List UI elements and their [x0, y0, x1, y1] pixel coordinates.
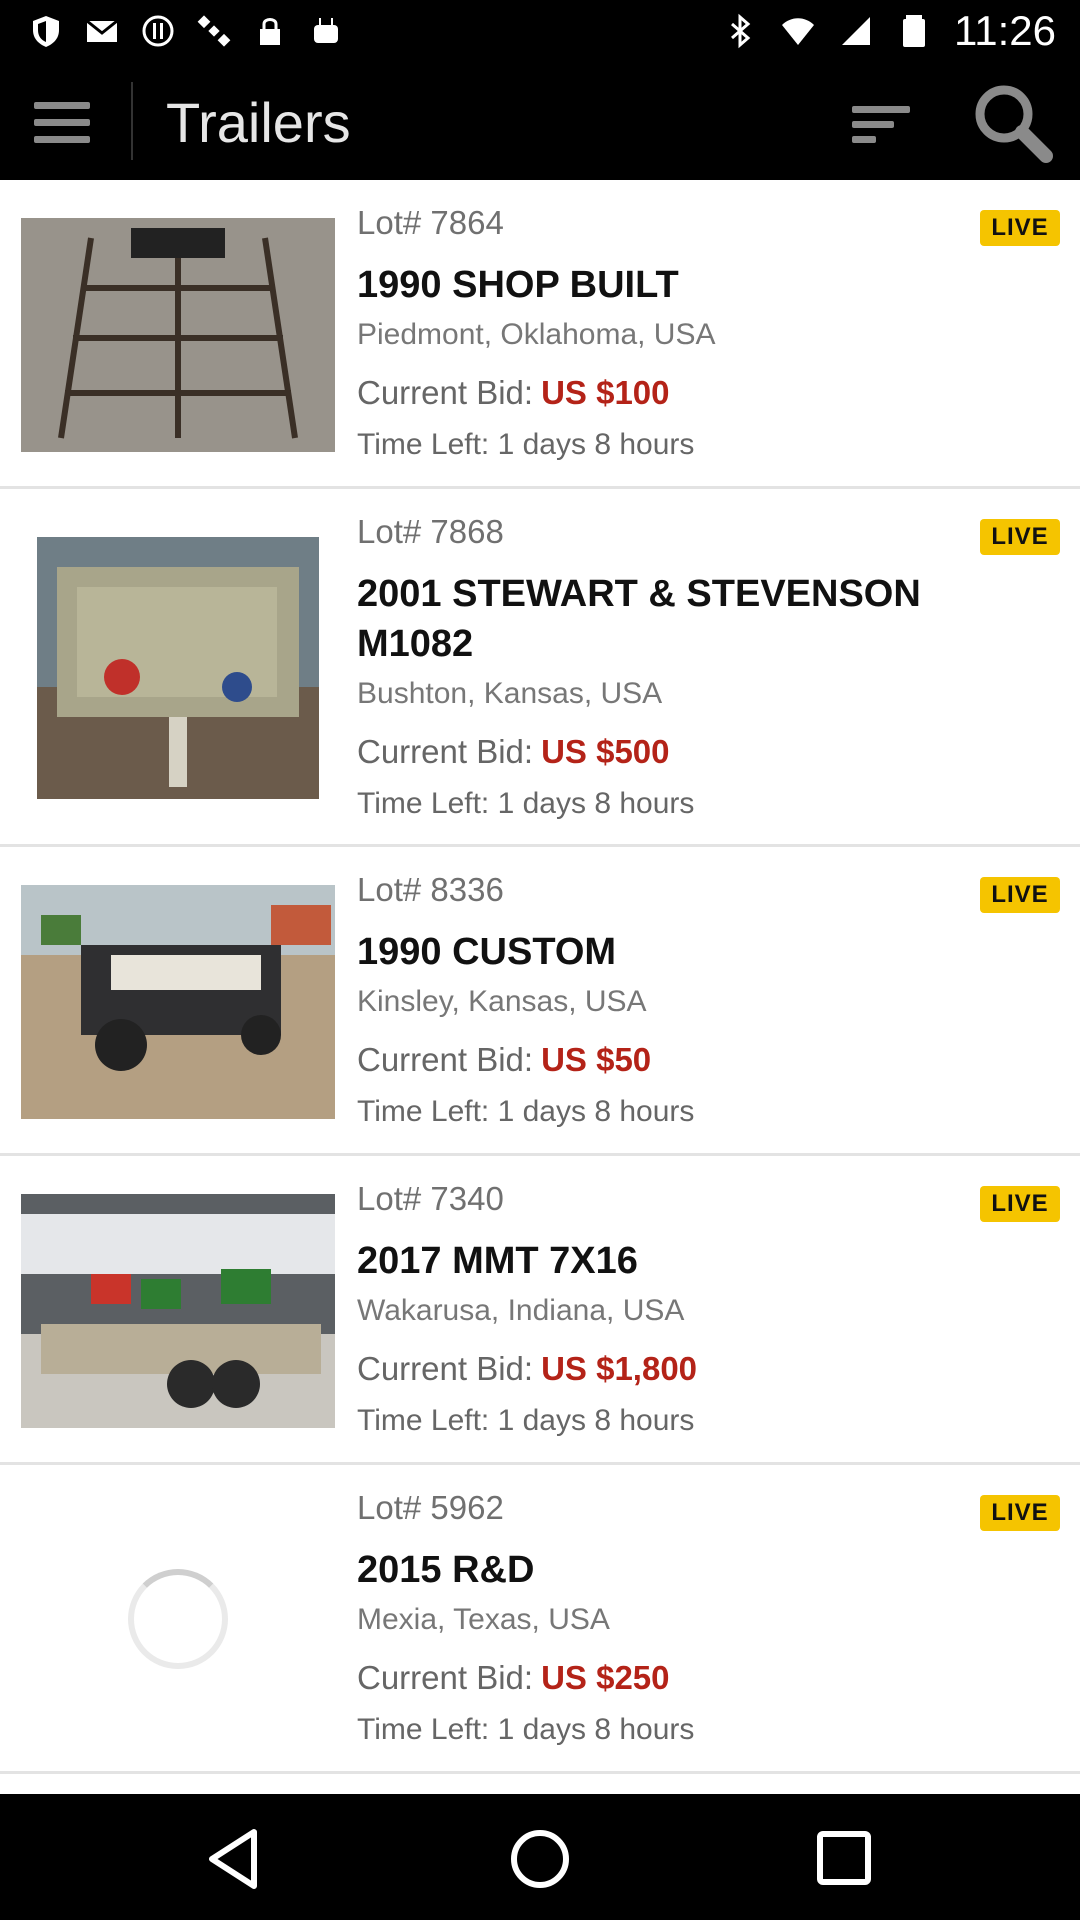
- android-icon: [314, 18, 338, 43]
- list-item[interactable]: Lot# 8336 1990 CUSTOM Kinsley, Kansas, U…: [0, 847, 1080, 1156]
- item-title: 2017 MMT 7X16: [357, 1240, 638, 1282]
- lot-number: Lot# 7340: [357, 1180, 504, 1217]
- bid-amount: US $100: [541, 374, 670, 411]
- live-badge: LIVE: [980, 877, 1060, 913]
- live-badge: LIVE: [980, 210, 1060, 246]
- item-thumbnail: [21, 885, 335, 1119]
- battery-icon: [903, 15, 925, 47]
- app-bar-divider: [131, 82, 133, 160]
- current-bid: Current Bid: US $100: [357, 374, 670, 412]
- alert-icon: [142, 15, 174, 47]
- current-bid: Current Bid: US $250: [357, 1659, 670, 1697]
- bid-label: Current Bid:: [357, 1350, 534, 1387]
- item-thumbnail: [37, 537, 319, 799]
- item-title: 2015 R&D: [357, 1549, 535, 1591]
- recents-icon[interactable]: [804, 1824, 884, 1894]
- app-bar: Trailers: [0, 62, 1080, 180]
- bid-label: Current Bid:: [357, 1659, 534, 1696]
- wifi-icon: [782, 18, 814, 45]
- mail-icon: [86, 19, 118, 42]
- live-badge: LIVE: [980, 519, 1060, 555]
- current-bid: Current Bid: US $50: [357, 1041, 651, 1079]
- bluetooth-icon: [731, 13, 751, 49]
- current-bid: Current Bid: US $1,800: [357, 1350, 697, 1388]
- auction-list: Lot# 7864 1990 SHOP BUILT Piedmont, Okla…: [0, 180, 1080, 1774]
- list-item[interactable]: Lot# 7864 1990 SHOP BUILT Piedmont, Okla…: [0, 180, 1080, 489]
- hamburger-menu-icon[interactable]: [26, 88, 98, 156]
- sort-icon[interactable]: [848, 100, 918, 148]
- list-item[interactable]: Lot# 7868 2001 STEWART & STEVENSON M1082…: [0, 489, 1080, 847]
- item-thumbnail: [21, 218, 335, 452]
- search-icon[interactable]: [968, 80, 1058, 166]
- loading-spinner-icon: [128, 1569, 228, 1669]
- bid-label: Current Bid:: [357, 1041, 534, 1078]
- lot-number: Lot# 7864: [357, 204, 504, 241]
- bid-amount: US $50: [541, 1041, 652, 1078]
- item-location: Wakarusa, Indiana, USA: [357, 1294, 685, 1327]
- item-location: Kinsley, Kansas, USA: [357, 985, 647, 1018]
- live-badge: LIVE: [980, 1495, 1060, 1531]
- bid-amount: US $500: [541, 733, 670, 770]
- status-left-icons: [28, 10, 344, 52]
- list-item[interactable]: Lot# 5962 2015 R&D Mexia, Texas, USA Cur…: [0, 1465, 1080, 1774]
- item-title: 1990 CUSTOM: [357, 931, 617, 973]
- item-thumbnail: [21, 1194, 335, 1428]
- item-location: Piedmont, Oklahoma, USA: [357, 318, 716, 351]
- item-location: Mexia, Texas, USA: [357, 1603, 610, 1636]
- satellite-icon: [197, 15, 231, 47]
- bid-label: Current Bid:: [357, 733, 534, 770]
- item-title: 2001 STEWART & STEVENSON M1082: [357, 573, 921, 665]
- list-item[interactable]: Lot# 7340 2017 MMT 7X16 Wakarusa, Indian…: [0, 1156, 1080, 1465]
- time-left: Time Left: 1 days 8 hours: [357, 1404, 695, 1437]
- home-icon[interactable]: [500, 1824, 580, 1894]
- time-left: Time Left: 1 days 8 hours: [357, 1713, 695, 1746]
- shield-icon: [33, 16, 59, 47]
- system-nav-bar: [0, 1794, 1080, 1920]
- live-badge: LIVE: [980, 1186, 1060, 1222]
- signal-icon: [842, 17, 870, 45]
- bid-amount: US $250: [541, 1659, 670, 1696]
- bid-label: Current Bid:: [357, 374, 534, 411]
- lot-number: Lot# 5962: [357, 1489, 504, 1526]
- lot-number: Lot# 8336: [357, 871, 504, 908]
- status-time: 11:26: [954, 7, 1056, 54]
- time-left: Time Left: 1 days 8 hours: [357, 428, 695, 461]
- lock-icon: [260, 18, 280, 45]
- lot-number: Lot# 7868: [357, 513, 504, 550]
- current-bid: Current Bid: US $500: [357, 733, 670, 771]
- item-location: Bushton, Kansas, USA: [357, 677, 663, 710]
- bid-amount: US $1,800: [541, 1350, 698, 1387]
- time-left: Time Left: 1 days 8 hours: [357, 1095, 695, 1128]
- time-left: Time Left: 1 days 8 hours: [357, 787, 695, 820]
- status-bar: 11:26: [0, 0, 1080, 62]
- item-title: 1990 SHOP BUILT: [357, 264, 679, 306]
- back-icon[interactable]: [196, 1824, 276, 1894]
- status-right-icons: 11:26: [722, 7, 1056, 54]
- page-title: Trailers: [166, 91, 351, 154]
